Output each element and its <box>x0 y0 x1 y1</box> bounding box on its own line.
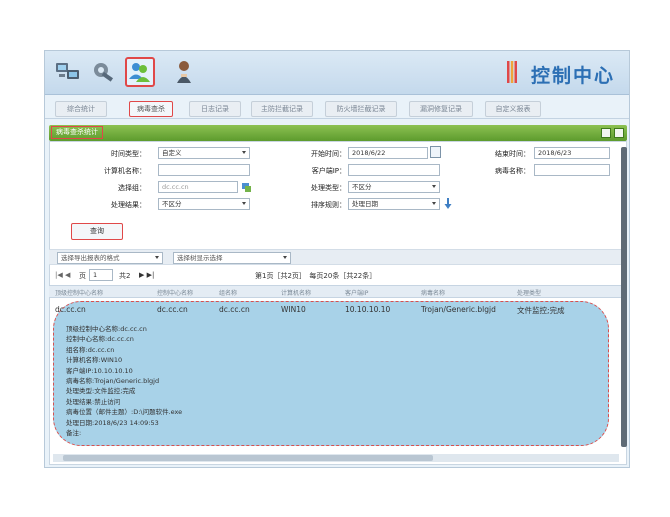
users-icon[interactable] <box>125 57 155 87</box>
detail-line: 病毒位置（邮件主题）:D:\问题软件.exe <box>66 408 183 417</box>
column-header[interactable]: 处理类型 <box>517 288 541 297</box>
table-row[interactable]: dc.cc.cn dc.cc.cn dc.cc.cn WIN10 10.10.1… <box>49 303 609 317</box>
start-time-input[interactable]: 2018/6/22 <box>348 147 428 159</box>
column-header[interactable]: 控制中心名称 <box>157 288 193 297</box>
next-last-page-button[interactable]: ▶ ▶| <box>139 271 154 279</box>
virus-name-label: 病毒名称： <box>495 167 530 175</box>
record-detail: 顶级控制中心名称:dc.cc.cn 控制中心名称:dc.cc.cn 组名称:dc… <box>53 301 609 446</box>
column-header[interactable]: 组名称 <box>219 288 237 297</box>
detail-line: 处理类型:文件监控;完成 <box>66 387 136 396</box>
virus-name-input[interactable] <box>534 164 610 176</box>
detail-line: 组名称:dc.cc.cn <box>66 345 115 354</box>
detail-line: 病毒名称:Trojan/Generic.blgjd <box>66 377 160 386</box>
panel-header: 病毒查杀统计 <box>49 125 627 141</box>
handle-result-label: 处理结果： <box>111 201 146 209</box>
chevron-down-icon <box>432 202 436 205</box>
column-header[interactable]: 病毒名称 <box>421 288 445 297</box>
panel-title: 病毒查杀统计 <box>51 126 103 139</box>
export-format-select[interactable]: 选择导出报表的格式 <box>57 252 163 264</box>
handle-type-label: 处理类型： <box>311 184 346 192</box>
time-type-select[interactable]: 自定义 <box>158 147 250 159</box>
detail-line: 控制中心名称:dc.cc.cn <box>66 335 134 344</box>
brand-logo-icon <box>507 61 517 83</box>
detail-line: 处理日期:2018/6/23 14:09:53 <box>66 418 159 427</box>
calendar-icon[interactable] <box>430 146 441 158</box>
computer-name-label: 计算机名称： <box>104 167 146 175</box>
pager: |◀ ◀ 页 1 共2 ▶ ▶| 第1页［共2页］ 每页20条［共22条］ <box>55 269 615 283</box>
restore-icon[interactable] <box>601 128 611 138</box>
tab-logs[interactable]: 日志记录 <box>189 101 241 117</box>
total-pages: 共2 <box>119 272 131 280</box>
tab-vuln-fix[interactable]: 漏洞修复记录 <box>409 101 473 117</box>
tab-active-defense[interactable]: 主防拦截记录 <box>251 101 313 117</box>
tab-firewall[interactable]: 防火墙拦截记录 <box>325 101 397 117</box>
end-time-input[interactable]: 2018/6/23 <box>534 147 610 159</box>
sort-select[interactable]: 处理日期 <box>348 198 440 210</box>
detail-text: 顶级控制中心名称:dc.cc.cn 控制中心名称:dc.cc.cn 组名称:dc… <box>66 324 182 438</box>
start-time-label: 开始时间： <box>311 150 346 158</box>
sort-label: 排序规则： <box>311 201 346 209</box>
table-cell: Trojan/Generic.blgjd <box>421 305 496 314</box>
column-header[interactable]: 计算机名称 <box>281 288 311 297</box>
detail-line: 计算机名称:WIN10 <box>66 356 123 365</box>
tab-summary[interactable]: 综合统计 <box>55 101 107 117</box>
chevron-down-icon <box>242 151 246 154</box>
user-icon[interactable] <box>169 57 199 87</box>
column-header[interactable]: 客户端IP <box>345 288 368 297</box>
first-prev-page-button[interactable]: |◀ ◀ <box>55 271 70 279</box>
time-type-label: 时间类型： <box>111 150 146 158</box>
handle-type-select[interactable]: 不区分 <box>348 181 440 193</box>
table-cell: dc.cc.cn <box>55 305 86 314</box>
detail-line: 处理结果:禁止访问 <box>66 397 121 406</box>
tab-bar: 综合统计 病毒查杀 日志记录 主防拦截记录 防火墙拦截记录 漏洞修复记录 自定义… <box>45 101 629 119</box>
sort-direction-icon[interactable] <box>444 197 452 210</box>
table-cell: 文件监控;完成 <box>517 306 565 315</box>
pager-summary: 第1页［共2页］ 每页20条［共22条］ <box>255 272 377 280</box>
group-input[interactable]: dc.cc.cn <box>158 181 238 193</box>
table-cell: 10.10.10.10 <box>345 305 391 314</box>
column-header[interactable]: 顶级控制中心名称 <box>55 288 103 297</box>
chevron-down-icon <box>242 202 246 205</box>
page-input[interactable]: 1 <box>89 269 113 281</box>
table-cell: dc.cc.cn <box>157 305 188 314</box>
select-group-icon[interactable] <box>241 181 252 193</box>
detail-line: 备注: <box>66 429 82 438</box>
network-computers-icon[interactable] <box>53 57 83 87</box>
page-label: 页 <box>79 272 86 280</box>
export-bar: 选择导出报表的格式 选择树显示选择 <box>49 249 627 265</box>
group-label: 选择组： <box>118 184 146 192</box>
detail-line: 顶级控制中心名称:dc.cc.cn <box>66 325 147 333</box>
scroll-thumb[interactable] <box>63 455 433 461</box>
client-ip-label: 客户端IP： <box>311 167 346 175</box>
chevron-down-icon <box>432 185 436 188</box>
chevron-down-icon <box>155 256 159 259</box>
top-banner: 控制中心 <box>45 51 629 95</box>
table-cell: WIN10 <box>281 305 306 314</box>
detail-line: 客户端IP:10.10.10.10 <box>66 366 133 375</box>
computer-name-input[interactable] <box>158 164 250 176</box>
brand-title: 控制中心 <box>530 65 615 87</box>
tab-custom-report[interactable]: 自定义报表 <box>485 101 541 117</box>
app-window: 控制中心 综合统计 病毒查杀 日志记录 主防拦截记录 防火墙拦截记录 漏洞修复记… <box>44 50 630 468</box>
tab-virus-scan[interactable]: 病毒查杀 <box>129 101 173 117</box>
query-button[interactable]: 查询 <box>71 223 123 240</box>
client-ip-input[interactable] <box>348 164 440 176</box>
maximize-icon[interactable] <box>614 128 624 138</box>
horizontal-scrollbar[interactable] <box>53 454 619 462</box>
vertical-scrollbar[interactable] <box>621 147 627 447</box>
tree-display-select[interactable]: 选择树显示选择 <box>173 252 291 264</box>
table-header: 顶级控制中心名称 控制中心名称 组名称 计算机名称 客户端IP 病毒名称 处理类… <box>49 285 627 298</box>
chevron-down-icon <box>283 256 287 259</box>
end-time-label: 结束时间： <box>495 150 530 158</box>
tools-icon[interactable] <box>89 57 119 87</box>
table-cell: dc.cc.cn <box>219 305 250 314</box>
handle-result-select[interactable]: 不区分 <box>158 198 250 210</box>
